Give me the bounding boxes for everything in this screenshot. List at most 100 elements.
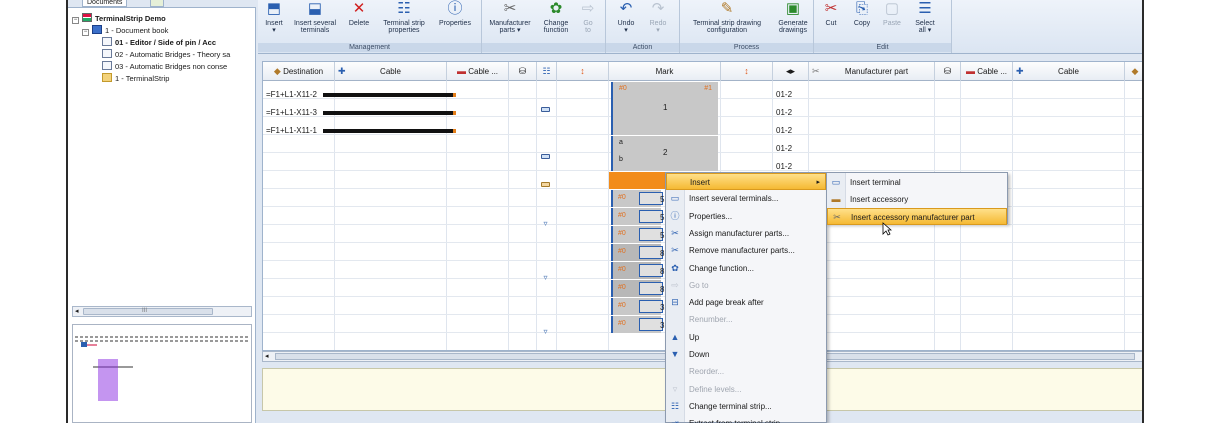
properties-button[interactable]: ⓘ Properties — [434, 0, 476, 27]
delete-button[interactable]: ✕ Delete — [344, 0, 374, 27]
submenu-item-insert-terminal[interactable]: ▭ Insert terminal — [827, 174, 1007, 191]
menu-item-properties[interactable]: ⓘ Properties... — [666, 208, 826, 225]
level-cell[interactable]: 01-2 — [776, 104, 792, 122]
menu-item-go-to[interactable]: ⇨ Go to — [666, 277, 826, 294]
undo-button[interactable]: ↶ Undo ▾ — [612, 0, 640, 34]
accessory-icon: ▬ — [831, 194, 841, 204]
scroll-left-icon[interactable]: ◂ — [75, 307, 79, 316]
terminal-strip-properties-button[interactable]: ☷ Terminal strip properties — [376, 0, 432, 34]
scroll-left-icon[interactable]: ◂ — [265, 352, 269, 361]
properties-icon: ⓘ — [447, 0, 463, 17]
col-mark[interactable]: Mark — [609, 62, 721, 81]
mark-block[interactable]: #0 8 — [611, 280, 664, 297]
mark-block[interactable]: a b 2 — [611, 136, 718, 171]
menu-item-insert-several-terminals[interactable]: ▭ Insert several terminals... — [666, 190, 826, 207]
mark-num-box: 8 — [639, 246, 664, 259]
mark-block[interactable]: #0 8 — [611, 244, 664, 261]
tree-horizontal-scrollbar[interactable]: ◂ III — [72, 306, 252, 317]
mark-block[interactable]: #0 3 — [611, 316, 664, 333]
menu-item-remove-manufacturer-parts[interactable]: ✂ Remove manufacturer parts... — [666, 242, 826, 259]
level-cell[interactable]: 01-2 — [776, 140, 792, 158]
manufacturer-icon: ✂ — [503, 0, 517, 17]
menu-item-insert[interactable]: Insert ▸ — [666, 173, 826, 190]
menu-item-change-terminal-strip[interactable]: ☷ Change terminal strip... — [666, 398, 826, 415]
col-cable-4[interactable]: ✚ Cable — [1013, 62, 1125, 81]
goto-icon: ⇨ — [671, 279, 679, 290]
mouse-cursor-icon — [882, 222, 892, 236]
terminal-icon — [541, 107, 550, 112]
drawing-config-label: Terminal strip drawing configuration — [692, 20, 762, 34]
submenu-item-insert-accessory-manufacturer-part[interactable]: ✂ Insert accessory manufacturer part — [827, 208, 1007, 225]
accessory-part-icon: ✂ — [833, 212, 841, 222]
mark-num-box: 5 — [639, 192, 664, 205]
col-shield-2[interactable]: ⛁ — [935, 62, 961, 81]
scroll-thumb[interactable]: III — [83, 308, 213, 315]
col-cable-3[interactable]: ▬ Cable ... — [961, 62, 1013, 81]
redo-button[interactable]: ↷ Redo ▾ — [644, 0, 672, 34]
col-sort[interactable]: ↕ — [557, 62, 609, 81]
col-sort-2[interactable]: ↕ — [721, 62, 773, 81]
paste-button[interactable]: ▢ Paste — [878, 0, 906, 27]
collapse-icon[interactable]: − — [82, 29, 89, 36]
tree-item-project[interactable]: − TerminalStrip Demo — [72, 13, 260, 25]
col-destination-2[interactable]: ◆ — [1125, 62, 1142, 81]
arrow-up-icon: ▲ — [670, 331, 680, 342]
menu-item-renumber[interactable]: Renumber... — [666, 311, 826, 328]
tree-item-label: 01 - Editor / Side of pin / Acc — [115, 38, 216, 47]
menu-item-down[interactable]: ▼ Down — [666, 346, 826, 363]
insert-several-icon: ⬓ — [307, 0, 323, 17]
redo-icon: ↷ — [651, 0, 665, 17]
destination-cell[interactable]: =F1+L1-X11-1 — [266, 122, 317, 140]
col-shield[interactable]: ⛁ — [509, 62, 537, 81]
drawing-configuration-button[interactable]: ✎ Terminal strip drawing configuration — [682, 0, 772, 34]
level-cell[interactable]: 01-2 — [776, 122, 792, 140]
col-destination[interactable]: ◆ Destination — [263, 62, 335, 81]
cable-red-icon: ▬ — [456, 66, 466, 76]
collapse-icon[interactable]: − — [72, 17, 79, 24]
submenu-item-insert-accessory[interactable]: ▬ Insert accessory — [827, 191, 1007, 208]
insert-submenu: ▭ Insert terminal ▬ Insert accessory ✂ Insert… — [826, 172, 1008, 225]
cable-end-marker — [453, 111, 456, 115]
menu-item-define-levels[interactable]: ▿ Define levels... — [666, 381, 826, 398]
manufacturer-parts-button[interactable]: ✂ Manufacturer parts ▾ — [484, 0, 536, 34]
mark-block[interactable]: #0 5 — [611, 190, 664, 207]
change-strip-icon: ☷ — [670, 400, 680, 411]
tree-item-document-book[interactable]: − 1 - Document book — [82, 25, 270, 37]
shield-icon: ▿ — [543, 273, 548, 282]
menu-item-add-page-break-after[interactable]: ⊟ Add page break after — [666, 294, 826, 311]
menu-item-up[interactable]: ▲ Up — [666, 329, 826, 346]
cable-line — [323, 93, 453, 97]
menu-item-label: Assign manufacturer parts... — [689, 228, 790, 238]
goto-button[interactable]: ⇨ Go to — [576, 0, 600, 34]
cut-button[interactable]: ✂ Cut — [818, 0, 844, 27]
mark-block[interactable]: #0 3 — [611, 298, 664, 315]
select-all-button[interactable]: ☰ Select all ▾ — [910, 0, 940, 34]
menu-item-extract-from-terminal-strip[interactable]: ⇥ Extract from terminal strip — [666, 415, 826, 423]
book-icon — [92, 25, 102, 34]
col-cable-2[interactable]: ▬ Cable ... — [447, 62, 509, 81]
copy-button[interactable]: ⎘ Copy — [848, 0, 876, 27]
menu-item-change-function[interactable]: ✿ Change function... — [666, 260, 826, 277]
tab-green-icon[interactable] — [150, 0, 164, 7]
col-terminal-type[interactable]: ☷ — [537, 62, 557, 81]
group-title-parts — [482, 43, 605, 52]
col-manufacturer-part[interactable]: ✂ Manufacturer part — [809, 62, 935, 81]
col-level[interactable]: ◂▸ — [773, 62, 809, 81]
mark-num-box: 8 — [639, 282, 664, 295]
mark-block[interactable]: #0 8 — [611, 262, 664, 279]
insert-button[interactable]: ⬒ Insert ▾ — [261, 0, 287, 34]
insert-several-terminals-button[interactable]: ⬓ Insert several terminals — [289, 0, 341, 34]
mark-block[interactable]: #0 5 — [611, 226, 664, 243]
level-cell[interactable]: 01-2 — [776, 86, 792, 104]
menu-item-reorder[interactable]: Reorder... — [666, 363, 826, 380]
generate-drawings-button[interactable]: ▣ Generate drawings — [774, 0, 812, 34]
col-cable[interactable]: ✚ Cable — [335, 62, 447, 81]
submenu-arrow-icon: ▸ — [816, 179, 820, 186]
destination-cell[interactable]: =F1+L1-X11-3 — [266, 104, 317, 122]
mark-block[interactable]: #0 #1 1 — [611, 82, 718, 135]
destination-cell[interactable]: =F1+L1-X11-2 — [266, 86, 317, 104]
tab-documents[interactable]: Documents — [82, 0, 128, 7]
mark-block[interactable]: #0 5 — [611, 208, 664, 225]
menu-item-assign-manufacturer-parts[interactable]: ✂ Assign manufacturer parts... — [666, 225, 826, 242]
change-function-button[interactable]: ✿ Change function — [538, 0, 574, 34]
